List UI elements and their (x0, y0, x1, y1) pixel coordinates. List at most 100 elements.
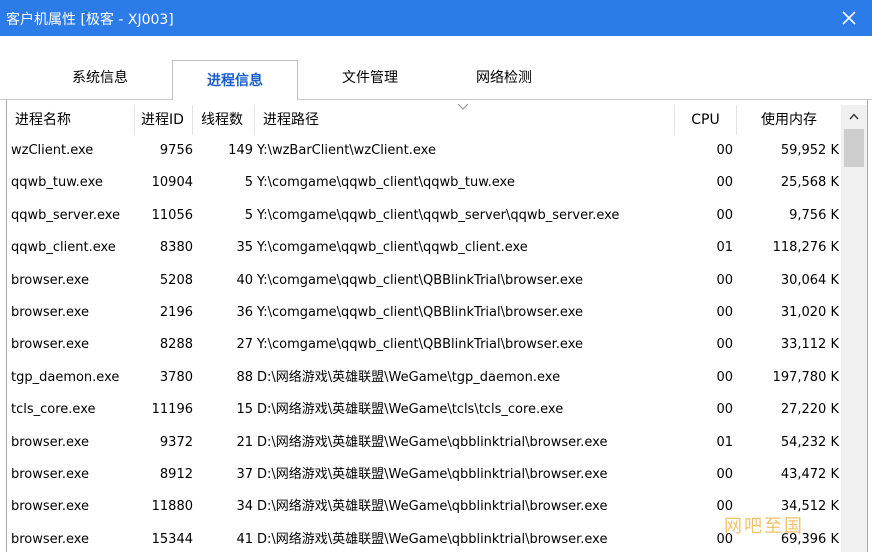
table-row[interactable]: browser.exe 11880 34 D:\网络游戏\英雄联盟\WeGame\qb… (7, 491, 841, 523)
table-row[interactable]: browser.exe 9372 21 D:\网络游戏\英雄联盟\WeGame\qbb… (7, 427, 841, 459)
cell-path: Y:\comgame\qqwb_client\QBBlinkTrial\brow… (257, 337, 583, 353)
scroll-thumb[interactable] (844, 129, 864, 167)
cell-threads: 5 (244, 207, 253, 223)
cell-name: browser.exe (11, 531, 90, 547)
chevron-up-icon (849, 112, 859, 119)
cell-pid: 5208 (159, 272, 193, 288)
cell-threads: 21 (236, 434, 253, 450)
cell-cpu: 00 (716, 369, 733, 385)
cell-memory: 33,112 K (780, 337, 839, 353)
table-header: 进程名称 进程ID 线程数 进程路径 CPU 使用内存 (7, 103, 841, 135)
close-button[interactable] (826, 0, 872, 36)
cell-cpu: 00 (716, 175, 733, 191)
sort-caret-icon (457, 103, 469, 110)
cell-pid: 9372 (159, 434, 193, 450)
cell-threads: 149 (228, 143, 253, 158)
cell-path: Y:\comgame\qqwb_client\QBBlinkTrial\brow… (257, 272, 583, 288)
cell-threads: 27 (236, 337, 253, 353)
table-row[interactable]: qqwb_server.exe 11056 5 Y:\comgame\qqwb_cli… (7, 200, 841, 232)
cell-memory: 197,780 K (772, 369, 839, 385)
col-header-pid[interactable]: 进程ID (135, 105, 193, 135)
col-header-cpu[interactable]: CPU (675, 105, 737, 135)
cell-name: tgp_daemon.exe (11, 369, 120, 385)
cell-memory: 59,952 K (780, 143, 839, 158)
cell-memory: 118,276 K (772, 240, 839, 256)
cell-path: D:\网络游戏\英雄联盟\WeGame\qbblinktrial\browser… (257, 467, 608, 482)
cell-name: browser.exe (11, 499, 90, 515)
cell-path: D:\网络游戏\英雄联盟\WeGame\qbblinktrial\browser… (257, 499, 608, 515)
table-row[interactable]: tgp_daemon.exe 3780 88 D:\网络游戏\英雄联盟\WeGame\… (7, 362, 841, 394)
cell-path: Y:\comgame\qqwb_client\qqwb_client.exe (257, 240, 528, 256)
tab-system-info[interactable]: 系统信息 (40, 67, 160, 93)
cell-name: browser.exe (11, 337, 90, 353)
tab-network-check[interactable]: 网络检测 (444, 67, 564, 93)
cell-path: Y:\comgame\qqwb_client\qqwb_tuw.exe (257, 175, 515, 191)
table-row[interactable]: browser.exe 2196 36 Y:\comgame\qqwb_client\… (7, 297, 841, 329)
cell-name: tcls_core.exe (11, 402, 96, 418)
cell-name: qqwb_tuw.exe (11, 175, 103, 191)
table-row[interactable]: qqwb_client.exe 8380 35 Y:\comgame\qqwb_cli… (7, 232, 841, 264)
cell-name: qqwb_server.exe (11, 207, 121, 223)
cell-pid: 8288 (159, 337, 193, 353)
cell-cpu: 00 (716, 207, 733, 223)
cell-pid: 2196 (159, 305, 193, 320)
table-row[interactable]: browser.exe 5208 40 Y:\comgame\qqwb_client\… (7, 265, 841, 297)
process-list-panel: 进程名称 进程ID 线程数 进程路径 CPU 使用内存 wzClient.exe… (6, 100, 868, 552)
cell-cpu: 00 (716, 305, 733, 320)
cell-path: D:\网络游戏\英雄联盟\WeGame\qbblinktrial\browser… (257, 531, 608, 547)
cell-name: browser.exe (11, 467, 90, 482)
cell-cpu: 00 (716, 467, 733, 482)
col-header-threads[interactable]: 线程数 (193, 105, 255, 135)
cell-memory: 30,064 K (780, 272, 839, 288)
col-header-memory[interactable]: 使用内存 (737, 105, 841, 135)
cell-threads: 37 (236, 467, 253, 482)
cell-threads: 36 (236, 305, 253, 320)
cell-name: wzClient.exe (11, 143, 94, 158)
cell-memory: 25,568 K (780, 175, 839, 191)
table-row[interactable]: browser.exe 8912 37 D:\网络游戏\英雄联盟\WeGame\qbb… (7, 459, 841, 491)
cell-name: qqwb_client.exe (11, 240, 116, 256)
cell-cpu: 00 (716, 402, 733, 418)
cell-threads: 5 (244, 175, 253, 191)
table-row[interactable]: browser.exe 8288 27 Y:\comgame\qqwb_client\… (7, 329, 841, 361)
tab-file-management[interactable]: 文件管理 (310, 67, 430, 93)
cell-cpu: 01 (716, 240, 733, 256)
cell-path: D:\网络游戏\英雄联盟\WeGame\tcls\tcls_core.exe (257, 402, 564, 418)
col-header-name[interactable]: 进程名称 (7, 105, 135, 135)
cell-memory: 31,020 K (780, 305, 839, 320)
cell-threads: 34 (236, 499, 253, 515)
cell-pid: 8380 (159, 240, 193, 256)
vertical-scrollbar[interactable] (841, 105, 867, 552)
cell-pid: 8912 (159, 467, 193, 482)
cell-threads: 35 (236, 240, 253, 256)
cell-memory: 54,232 K (780, 434, 839, 450)
cell-pid: 9756 (159, 143, 193, 158)
cell-threads: 41 (236, 531, 253, 547)
cell-pid: 15344 (151, 531, 193, 547)
scroll-up-button[interactable] (841, 105, 867, 127)
watermark-logo: 网吧至国 (724, 516, 804, 537)
cell-threads: 40 (236, 272, 253, 288)
table-row[interactable]: wzClient.exe 9756 149 Y:\wzBarClient\wzClie… (7, 135, 841, 167)
cell-path: Y:\comgame\qqwb_client\qqwb_server\qqwb_… (257, 207, 620, 223)
cell-threads: 88 (236, 369, 253, 385)
cell-path: D:\网络游戏\英雄联盟\WeGame\qbblinktrial\browser… (257, 434, 608, 450)
cell-pid: 3780 (159, 369, 193, 385)
cell-cpu: 01 (716, 434, 733, 450)
cell-memory: 27,220 K (780, 402, 839, 418)
table-row[interactable]: qqwb_tuw.exe 10904 5 Y:\comgame\qqwb_client… (7, 167, 841, 199)
window-title: 客户机属性 [极客 - XJ003] (6, 12, 174, 28)
cell-cpu: 00 (716, 272, 733, 288)
close-icon (842, 11, 856, 25)
cell-threads: 15 (236, 402, 253, 418)
cell-path: D:\网络游戏\英雄联盟\WeGame\tgp_daemon.exe (257, 369, 561, 385)
table-row[interactable]: browser.exe 15344 41 D:\网络游戏\英雄联盟\WeGame\qb… (7, 524, 841, 552)
cell-pid: 11056 (151, 207, 193, 223)
cell-name: browser.exe (11, 305, 90, 320)
cell-name: browser.exe (11, 272, 90, 288)
cell-pid: 11880 (151, 499, 193, 515)
tab-process-info[interactable]: 进程信息 (172, 60, 298, 101)
cell-cpu: 00 (716, 337, 733, 353)
table-row[interactable]: tcls_core.exe 11196 15 D:\网络游戏\英雄联盟\WeGame\… (7, 394, 841, 426)
cell-pid: 10904 (151, 175, 193, 191)
